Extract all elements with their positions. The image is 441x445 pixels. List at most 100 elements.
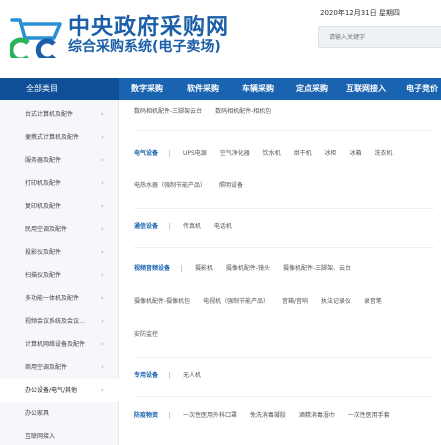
category-link[interactable]: 摄影机 <box>195 263 213 275</box>
sidebar-item-office-equipment[interactable]: 办公设备/电气/其他 › <box>0 379 120 402</box>
chevron-right-icon: › <box>101 294 104 302</box>
sidebar-item-label: 服务器及配件 <box>25 157 62 164</box>
category-link[interactable]: 数码相机配件-三脚架云台 <box>134 106 202 118</box>
communication-row: 通信设备 传真机 电话机 <box>134 221 243 233</box>
chevron-right-icon: › <box>101 248 104 256</box>
section-title: 电气设备 <box>134 150 159 157</box>
divider <box>134 247 434 248</box>
sidebar-item-video-conf[interactable]: 视频会议系统及会议… › <box>0 310 119 333</box>
category-link[interactable]: 传真机 <box>183 221 201 233</box>
category-link[interactable]: 录音笔 <box>364 296 382 308</box>
special-row: 专用设备 无人机 <box>134 370 212 382</box>
sidebar-item-projector[interactable]: 投影仪及配件 › <box>0 241 119 264</box>
av-row-2: 摄像机配件-摄像机包 电视机（强制节能产品） 音箱/音响 执法记录仪 录音笔 <box>134 296 393 308</box>
section-title: 通信设备 <box>134 223 159 230</box>
search-input[interactable] <box>318 26 441 48</box>
sidebar-item-label: 打印机及配件 <box>25 180 62 187</box>
sidebar-item-label: 复印机及配件 <box>25 203 62 210</box>
sidebar-item-label: 多功能一体机及配件 <box>25 295 80 302</box>
sidebar-item-label: 计算机网络设备及配件 <box>25 341 86 348</box>
av-row-3: 安防监控 <box>134 329 169 341</box>
category-link[interactable]: 无人机 <box>183 370 201 382</box>
sidebar-item-mfp[interactable]: 多功能一体机及配件 › <box>0 287 119 310</box>
camera-accessories-row: 数码相机配件-三脚架云台 数码相机配件-相机包 <box>134 106 282 118</box>
category-link[interactable]: 摄像机配件-镜头 <box>226 263 270 275</box>
category-link[interactable]: 数码相机配件-相机包 <box>215 106 271 118</box>
sidebar-item-label: 投影仪及配件 <box>25 249 62 256</box>
category-link[interactable]: 烘干机 <box>294 148 312 160</box>
protective-row: 防疫物资 一次性医用外科口罩 免洗消毒凝胶 酒精消毒湿巾 一次性医用手套 <box>134 410 401 422</box>
sidebar-item-network[interactable]: 计算机网络设备及配件 › <box>0 333 119 356</box>
category-link[interactable]: 音箱/音响 <box>282 296 308 308</box>
sidebar-item-label: 台式计算机及配件 <box>25 111 74 118</box>
sidebar-item-label: 商用空调及配件 <box>25 364 68 371</box>
sidebar-item-server[interactable]: 服务器及配件 › <box>0 149 119 172</box>
divider <box>169 372 171 379</box>
sidebar-item-commercial-ac[interactable]: 商用空调及配件 › <box>0 356 119 379</box>
category-sidebar: 台式计算机及配件 › 便携式计算机及配件 › 服务器及配件 › 打印机及配件 › 复印机… <box>0 100 120 445</box>
sidebar-item-printer[interactable]: 打印机及配件 › <box>0 172 119 195</box>
chevron-right-icon: › <box>101 179 104 187</box>
sidebar-item-label: 民用空调及配件 <box>25 226 68 233</box>
divider <box>181 265 183 272</box>
category-link[interactable]: 洗衣机 <box>374 148 392 160</box>
section-title: 专用设备 <box>134 372 159 379</box>
category-link[interactable]: 一次性医用外科口罩 <box>183 410 237 422</box>
sidebar-item-label: 视频会议系统及会议… <box>25 318 86 325</box>
category-link[interactable]: 一次性医用手套 <box>348 410 390 422</box>
sidebar-item-desktop[interactable]: 台式计算机及配件 › <box>0 103 119 126</box>
category-link[interactable]: 摄像机配件-摄像机包 <box>134 296 190 308</box>
category-link[interactable]: 免洗消毒凝胶 <box>250 410 286 422</box>
nav-item-software[interactable]: 软件采购 <box>187 78 219 100</box>
chevron-right-icon: › <box>101 271 104 279</box>
divider <box>169 223 171 230</box>
nav-item-designated[interactable]: 定点采购 <box>296 78 328 100</box>
chevron-right-icon: › <box>101 202 104 210</box>
category-link[interactable]: 安防监控 <box>134 329 158 341</box>
category-link[interactable]: 冰箱 <box>349 148 361 160</box>
nav-item-internet[interactable]: 互联网接入 <box>346 78 386 100</box>
chevron-right-icon: › <box>101 225 104 233</box>
sidebar-item-label: 办公设备/电气/其他 <box>25 387 78 394</box>
nav-item-bidding[interactable]: 电子竞价 <box>406 78 438 100</box>
chevron-right-icon: › <box>101 317 104 325</box>
sidebar-item-label: 办公家具 <box>25 410 50 417</box>
category-link[interactable]: 电话机 <box>214 221 232 233</box>
sidebar-item-copier[interactable]: 复印机及配件 › <box>0 195 119 218</box>
divider <box>169 412 171 419</box>
main-nav: 全部类目 数字采购 软件采购 车辆采购 定点采购 互联网接入 电子竞价 <box>0 78 441 100</box>
chevron-right-icon: › <box>101 340 104 348</box>
sidebar-item-home-ac[interactable]: 民用空调及配件 › <box>0 218 119 241</box>
chevron-right-icon: › <box>101 156 104 164</box>
nav-item-digital[interactable]: 数字采购 <box>131 78 163 100</box>
category-link[interactable]: 冰柜 <box>325 148 337 160</box>
sidebar-item-laptop[interactable]: 便携式计算机及配件 › <box>0 126 119 149</box>
sidebar-item-internet-access[interactable]: 互联网接入 <box>0 425 119 445</box>
category-link[interactable]: 照明设备 <box>219 180 243 192</box>
category-link[interactable]: 电热水器（强制节能产品） <box>134 180 206 192</box>
logo-cart-icon[interactable] <box>10 16 64 58</box>
sidebar-item-label: 扫描仪及配件 <box>25 272 62 279</box>
all-categories-tab[interactable]: 全部类目 <box>0 78 119 100</box>
category-link[interactable]: UPS电源 <box>183 148 207 160</box>
category-link[interactable]: 酒精消毒湿巾 <box>299 410 335 422</box>
chevron-right-icon: › <box>101 363 104 371</box>
divider <box>134 130 434 131</box>
category-link[interactable]: 电视机（强制节能产品） <box>203 296 269 308</box>
chevron-right-icon: › <box>101 110 104 118</box>
category-link[interactable]: 摄像机配件-三脚架、云台 <box>283 263 351 275</box>
sidebar-item-office-furniture[interactable]: 办公家具 <box>0 402 119 425</box>
category-link[interactable]: 空气净化器 <box>220 148 250 160</box>
electrical-row-1: 电气设备 UPS电源 空气净化器 饮水机 烘干机 冰柜 冰箱 洗衣机 <box>134 148 403 160</box>
sidebar-item-scanner[interactable]: 扫描仪及配件 › <box>0 264 119 287</box>
nav-item-vehicle[interactable]: 车辆采购 <box>242 78 274 100</box>
section-title: 视频音频设备 <box>134 265 171 272</box>
divider <box>134 208 434 209</box>
divider <box>169 150 171 157</box>
divider <box>134 396 434 397</box>
sidebar-item-label: 便携式计算机及配件 <box>25 134 80 141</box>
category-link[interactable]: 执法记录仪 <box>321 296 351 308</box>
category-link[interactable]: 饮水机 <box>263 148 281 160</box>
av-row-1: 视频音频设备 摄影机 摄像机配件-镜头 摄像机配件-三脚架、云台 <box>134 263 362 275</box>
site-header: 中央政府采购网 综合采购系统(电子卖场) 2020年12月31日 星期四 <box>0 0 441 78</box>
